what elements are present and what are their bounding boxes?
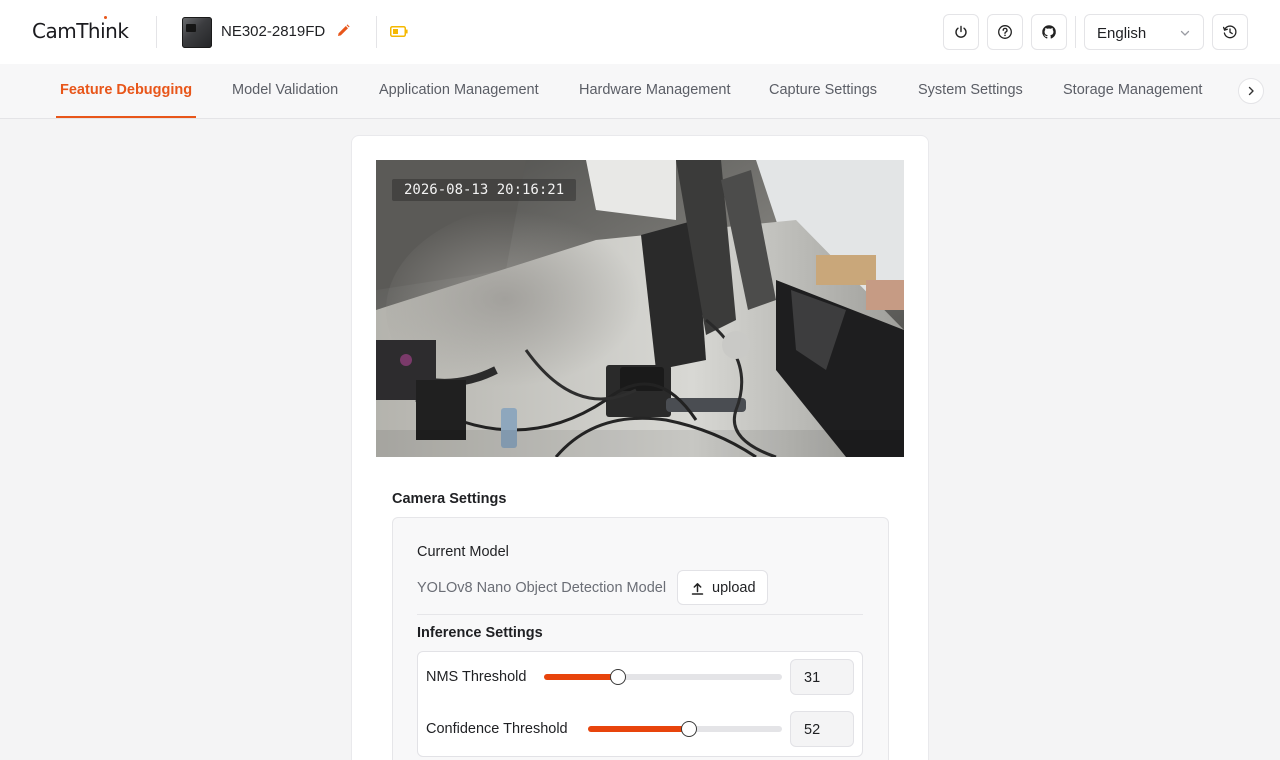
tab-system-settings[interactable]: System Settings <box>918 82 1023 98</box>
edit-pencil-icon[interactable] <box>335 23 351 39</box>
upload-icon <box>691 583 704 595</box>
settings-divider <box>417 614 863 615</box>
history-button[interactable] <box>1212 14 1248 50</box>
logo-dot <box>104 16 107 19</box>
confidence-threshold-label: Confidence Threshold <box>426 721 568 737</box>
logo-text: CamThink <box>32 19 129 43</box>
github-button[interactable] <box>1031 14 1067 50</box>
device-image <box>182 17 212 48</box>
confidence-threshold-slider[interactable] <box>588 721 782 737</box>
tabs-scroll-next-button[interactable] <box>1238 78 1264 104</box>
camera-settings-panel: Current Model YOLOv8 Nano Object Detecti… <box>392 517 889 760</box>
tab-hardware-management[interactable]: Hardware Management <box>579 82 731 98</box>
language-value: English <box>1097 25 1147 42</box>
nms-slider-thumb[interactable] <box>609 669 626 685</box>
camera-settings-title: Camera Settings <box>392 491 507 507</box>
upload-label: upload <box>712 580 756 596</box>
current-model-label: Current Model <box>417 544 509 560</box>
device-name: NE302-2819FD <box>221 23 326 40</box>
history-icon <box>1222 25 1237 39</box>
tab-application-management[interactable]: Application Management <box>379 82 539 98</box>
help-button[interactable] <box>987 14 1023 50</box>
chevron-down-icon <box>1180 30 1190 36</box>
confidence-threshold-input[interactable]: 52 <box>790 711 854 747</box>
battery-icon <box>390 26 408 37</box>
confidence-slider-thumb[interactable] <box>680 721 697 737</box>
confidence-threshold-value: 52 <box>804 722 821 738</box>
upload-model-button[interactable]: upload <box>677 570 768 605</box>
power-icon <box>955 25 967 38</box>
tab-feature-debugging[interactable]: Feature Debugging <box>60 82 192 98</box>
github-icon <box>1042 25 1056 39</box>
tab-bar: Feature Debugging Model Validation Appli… <box>0 64 1280 119</box>
tab-capture-settings[interactable]: Capture Settings <box>769 82 877 98</box>
help-icon <box>998 25 1012 39</box>
current-model-name: YOLOv8 Nano Object Detection Model <box>417 580 667 596</box>
preview-timestamp: 2026-08-13 20:16:21 <box>392 179 577 201</box>
tab-model-validation[interactable]: Model Validation <box>232 82 338 98</box>
camera-preview: 2026-08-13 20:16:21 <box>376 160 904 457</box>
nms-threshold-slider[interactable] <box>544 669 782 685</box>
nms-threshold-value: 31 <box>804 670 821 686</box>
nms-threshold-label: NMS Threshold <box>426 669 527 685</box>
camthink-logo[interactable]: CamThink <box>32 16 129 43</box>
confidence-slider-fill <box>588 726 689 732</box>
camera-feed-image <box>376 160 904 457</box>
header-divider <box>376 16 377 48</box>
chevron-right-icon <box>1248 86 1254 96</box>
header-divider <box>156 16 157 48</box>
active-tab-indicator <box>56 116 196 118</box>
feature-debugging-card: 2026-08-13 20:16:21 Camera Settings Curr… <box>351 135 929 760</box>
nms-slider-fill <box>544 674 618 680</box>
inference-settings-title: Inference Settings <box>417 625 543 641</box>
inference-settings-panel: NMS Threshold 31 Confidence Threshold 52 <box>417 651 863 757</box>
header-divider <box>1075 16 1076 48</box>
nms-threshold-input[interactable]: 31 <box>790 659 854 695</box>
language-select[interactable]: English <box>1084 14 1204 50</box>
top-header: CamThink NE302-2819FD English <box>0 0 1280 64</box>
power-button[interactable] <box>943 14 979 50</box>
tab-storage-management[interactable]: Storage Management <box>1063 82 1202 98</box>
